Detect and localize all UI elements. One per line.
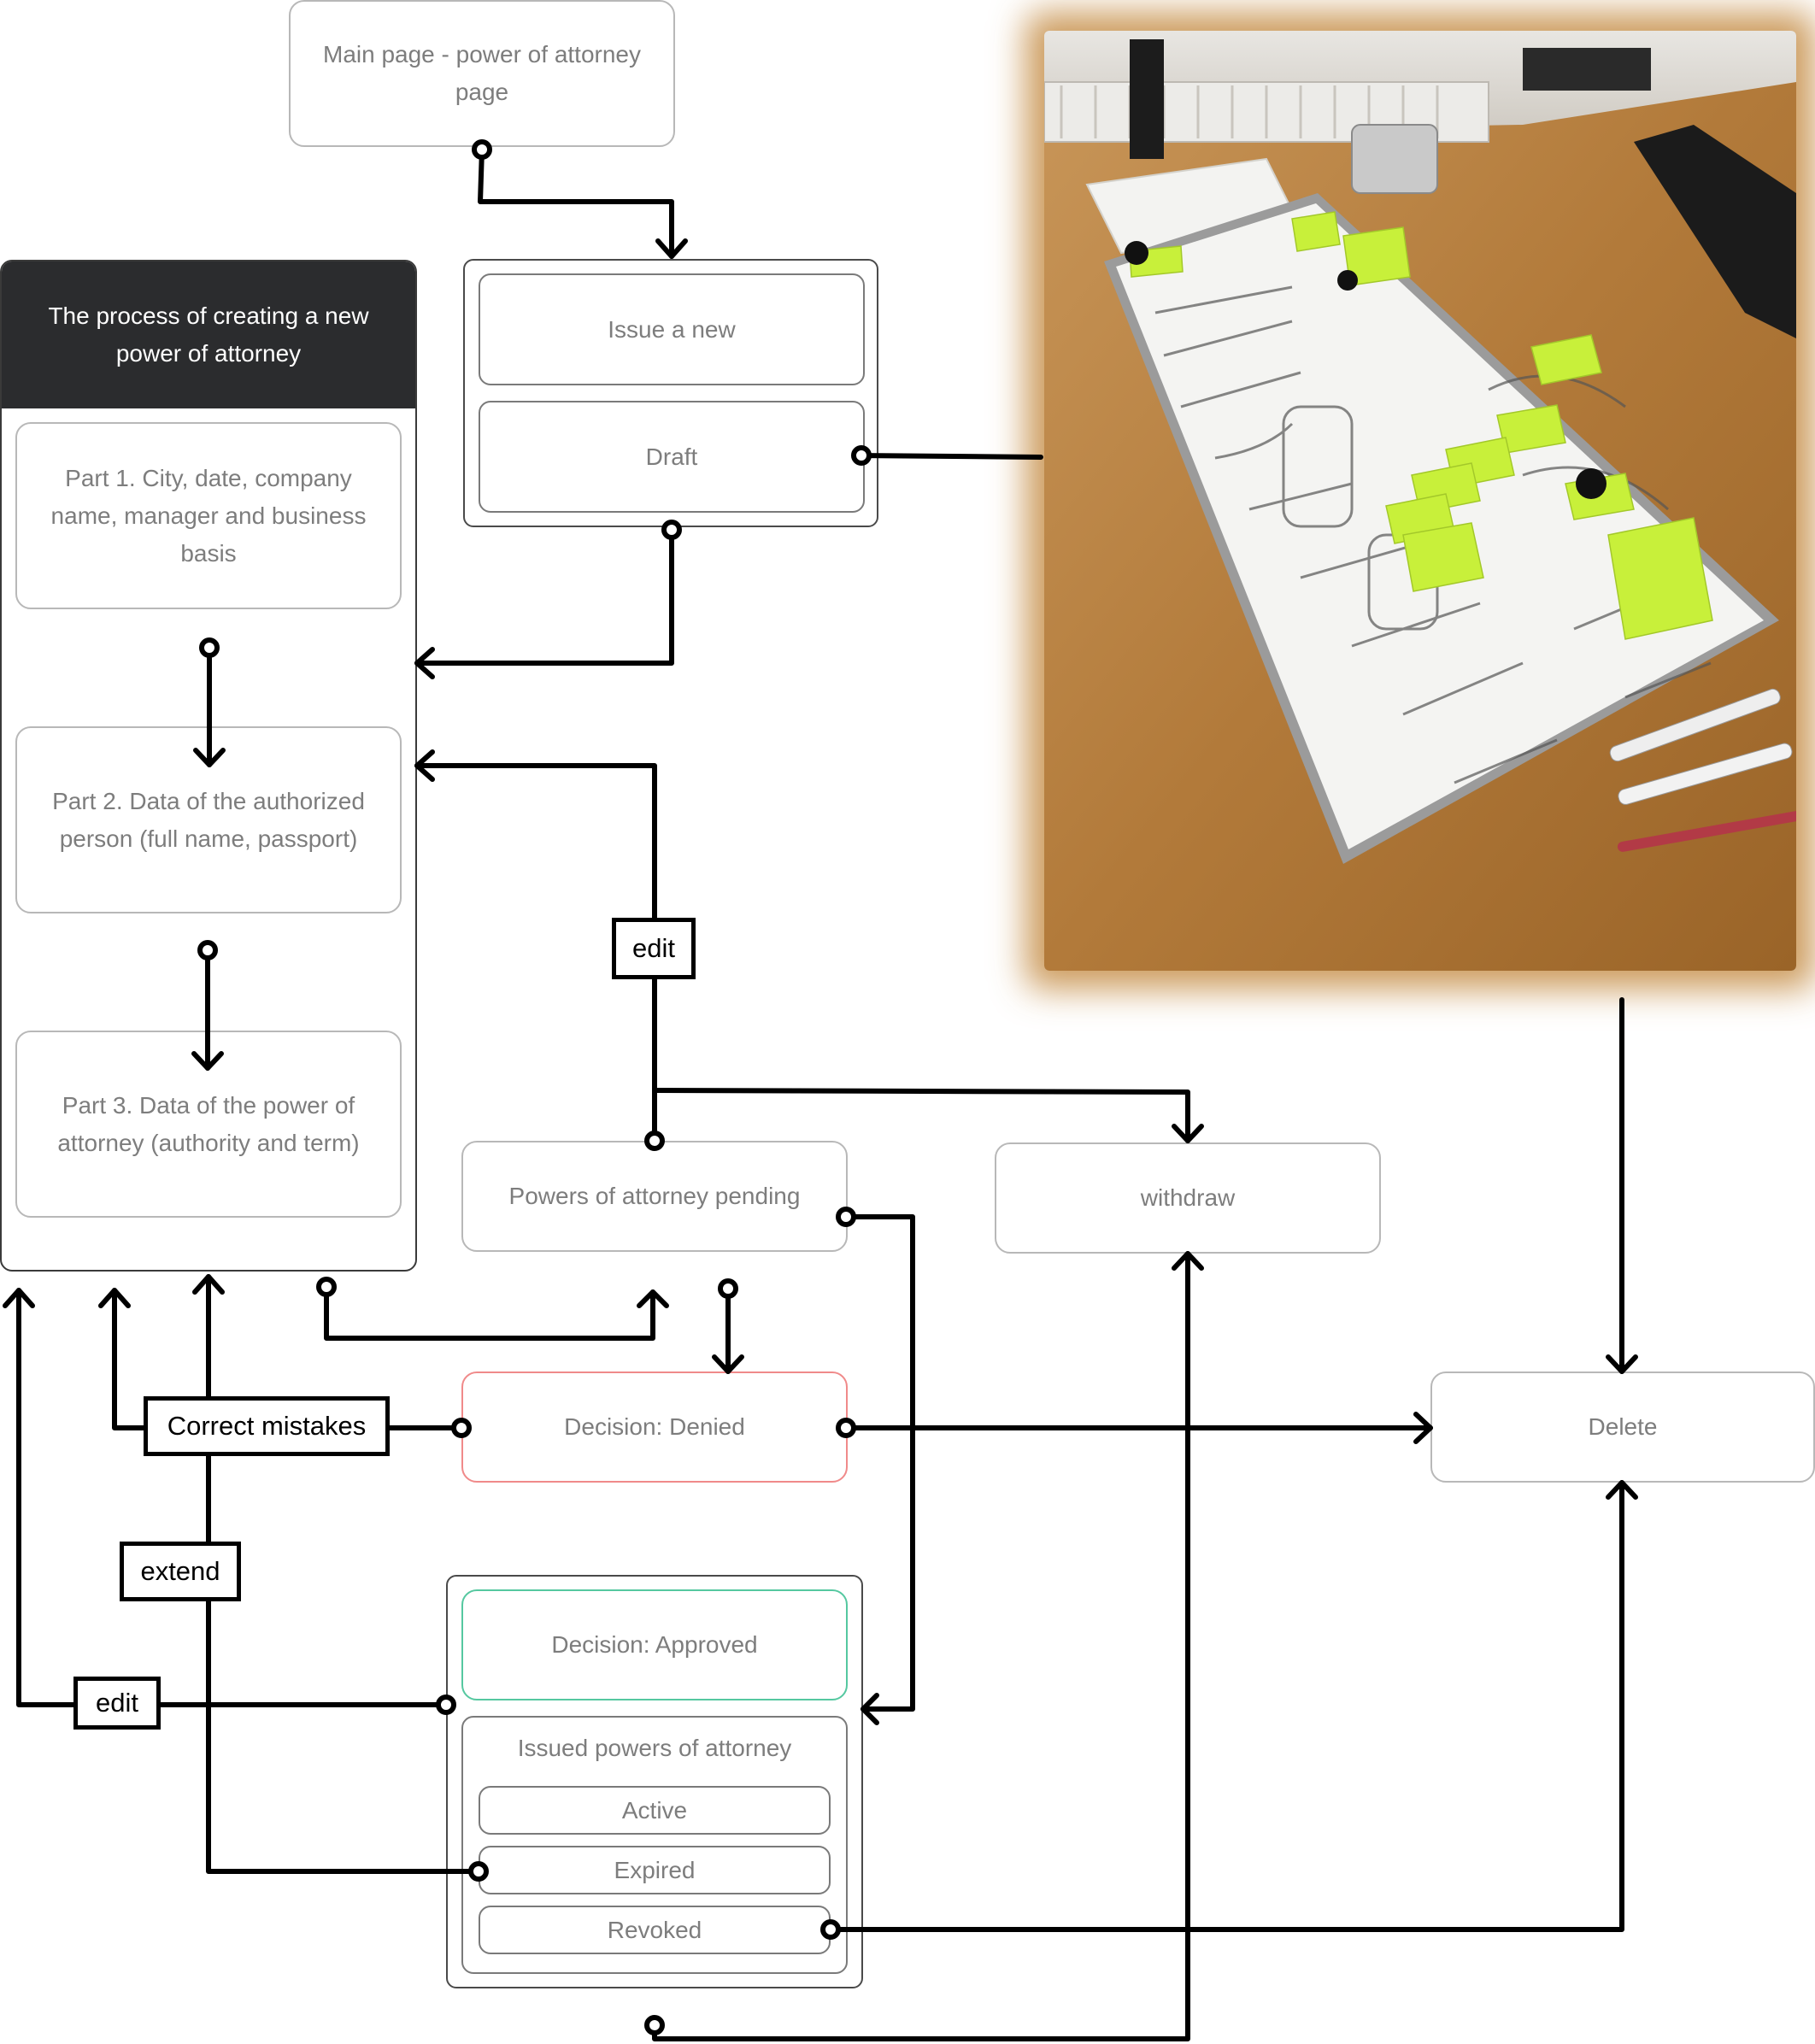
edge-draft-to-process bbox=[414, 527, 674, 666]
edge-label-correct-mistakes-text: Correct mistakes bbox=[167, 1411, 367, 1441]
port-denied-right bbox=[836, 1418, 856, 1438]
edge-label-edit-top: edit bbox=[612, 918, 696, 979]
edge-label-edit-bottom-text: edit bbox=[96, 1688, 138, 1718]
port-part2 bbox=[197, 940, 218, 960]
edge-label-extend-text: extend bbox=[140, 1556, 220, 1586]
port-main bbox=[472, 139, 492, 160]
port-issued-bottom bbox=[644, 2015, 665, 2035]
edge-approved-edit bbox=[16, 1288, 449, 1707]
port-expired bbox=[468, 1861, 489, 1882]
connector-layer bbox=[3, 139, 1638, 2041]
port-part1 bbox=[199, 637, 220, 658]
edge-label-correct-mistakes: Correct mistakes bbox=[144, 1396, 390, 1456]
edge-label-edit-top-text: edit bbox=[632, 933, 675, 963]
port-draft bbox=[851, 445, 872, 466]
port-pending-right bbox=[836, 1207, 856, 1227]
edge-draft-to-photo bbox=[859, 453, 1043, 460]
diagram-canvas: Main page - power of attorney page Issue… bbox=[0, 0, 1815, 2044]
edge-process-to-pending bbox=[324, 1284, 655, 1341]
port-pending-top bbox=[644, 1131, 665, 1151]
edge-issued-to-withdraw bbox=[652, 1251, 1190, 2041]
edge-label-edit-bottom: edit bbox=[73, 1677, 161, 1730]
edge-revoked-to-delete bbox=[828, 1480, 1624, 1932]
port-draft-bottom bbox=[661, 520, 682, 540]
port-pending-bottom bbox=[718, 1278, 738, 1299]
edge-label-extend: extend bbox=[120, 1542, 241, 1601]
port-revoked bbox=[820, 1919, 841, 1940]
port-denied-left bbox=[451, 1418, 472, 1438]
edge-pending-to-withdraw bbox=[652, 1088, 1190, 1143]
edge-main-to-issue bbox=[478, 147, 674, 259]
edge-extend bbox=[206, 1274, 481, 1874]
port-process-bottom bbox=[316, 1277, 337, 1297]
edge-pending-to-approved bbox=[843, 1214, 915, 1712]
port-approved-left bbox=[436, 1695, 456, 1715]
